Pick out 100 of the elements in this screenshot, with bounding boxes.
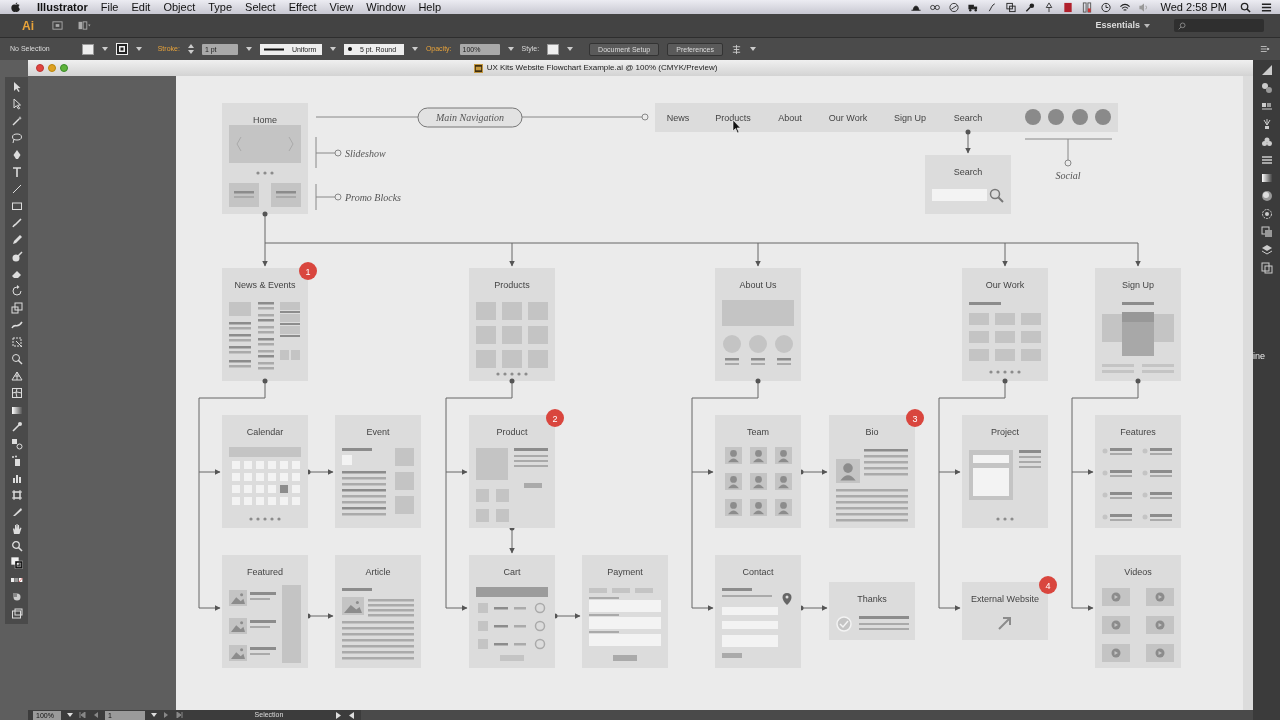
bridge-icon[interactable] [52,20,63,31]
connector-arrow [755,242,761,267]
artboard-icon[interactable] [10,489,23,501]
gauge-icon[interactable] [947,1,960,13]
stroke-swatch[interactable] [115,43,128,55]
stroke-icon[interactable] [1260,154,1273,166]
swatches-icon[interactable] [1260,100,1273,112]
page-title: Calendar [246,427,284,437]
caret-icon [1144,23,1150,28]
menu-item[interactable]: Effect [288,0,317,14]
style-swatch[interactable] [547,43,560,55]
play-icon[interactable] [335,711,342,719]
appearance-icon[interactable] [1260,208,1273,220]
menu-clock[interactable]: Wed 2:58 PM [1160,0,1227,14]
caret-icon[interactable] [245,47,252,51]
direct-selection-icon[interactable] [10,98,23,110]
caret-icon[interactable] [101,47,108,51]
page-layout-drawing [1102,302,1174,373]
layers-icon[interactable] [1260,244,1273,256]
eyedropper-icon[interactable] [10,421,23,433]
menu-item[interactable]: Object [163,0,196,14]
caret-icon[interactable] [151,713,157,717]
blob-brush-icon[interactable] [10,251,23,263]
social-icon [1095,109,1111,125]
type-tool-icon[interactable] [10,166,23,178]
free-transform-icon[interactable] [10,336,23,348]
last-artboard-icon[interactable] [176,712,183,718]
page-layout-drawing [725,447,792,516]
eraser-icon[interactable] [10,268,23,280]
page-layout-drawing [342,588,414,660]
page-title: Home [253,115,277,125]
key-icon[interactable] [1023,1,1036,13]
stepper-icon[interactable] [187,44,194,54]
leader-line [315,136,342,169]
scale-icon[interactable] [10,302,23,314]
align-icon[interactable] [731,43,742,55]
first-artboard-icon[interactable] [79,712,86,718]
wifi-icon[interactable] [1118,1,1131,13]
screen-mode-icon[interactable] [10,608,23,620]
hand-icon[interactable] [10,523,23,535]
logo-icon[interactable] [10,1,21,13]
symbol-sprayer-icon[interactable] [10,455,23,467]
time-machine-icon[interactable] [1099,1,1112,13]
scroll-left-icon[interactable] [348,711,355,719]
blend-icon[interactable] [10,438,23,450]
line-tool-icon[interactable] [10,183,23,195]
caret-icon[interactable] [411,47,418,51]
caret-icon[interactable] [750,47,756,51]
caret-icon[interactable] [567,47,574,51]
menu-item[interactable]: Select [245,0,276,14]
caret-icon[interactable] [67,713,73,717]
zoom-icon[interactable] [10,540,23,552]
previous-artboard-icon[interactable] [92,712,99,718]
fill-swatch[interactable] [81,43,94,55]
page-title: Product [496,427,528,437]
artboards-icon[interactable] [1260,262,1273,274]
graphic-styles-icon[interactable] [1260,226,1273,238]
page-title: Payment [607,567,643,577]
graph-icon[interactable] [10,472,23,484]
transparency-icon[interactable] [1260,190,1273,202]
arrange-documents-icon[interactable] [77,20,92,31]
workspace-menu[interactable]: Essentials [1095,18,1140,33]
symbols-icon[interactable] [1260,136,1273,148]
page-layout-drawing [969,302,1041,374]
color-icon[interactable] [1260,82,1273,94]
zoom-button[interactable] [60,64,68,72]
page-title: About Us [739,280,777,290]
caret-icon[interactable] [329,47,336,51]
search-icon[interactable] [1240,1,1251,13]
caret-icon[interactable] [135,47,142,51]
perspective-grid-icon[interactable] [10,370,23,382]
search-field[interactable] [1174,19,1264,32]
magic-wand-icon[interactable] [10,115,23,127]
warp-icon[interactable] [10,319,23,331]
pencil-icon[interactable] [10,234,23,246]
menu-item[interactable]: Help [418,0,441,14]
menu-item[interactable]: View [329,0,354,14]
annotation-label: Promo Blocks [345,191,401,203]
close-button[interactable] [36,64,44,72]
rectangle-icon[interactable] [10,200,23,212]
fill-stroke-icon[interactable] [10,557,23,569]
brush-icon[interactable] [10,217,23,229]
caret-icon[interactable] [507,47,514,51]
gradient-panel-icon[interactable] [1260,172,1273,184]
shape-builder-icon[interactable] [10,353,23,365]
mesh-icon[interactable] [10,387,23,399]
panel-menu-icon[interactable] [1260,44,1270,54]
app-menu[interactable]: Illustrator [37,0,88,14]
lasso-icon[interactable] [10,132,23,144]
rotate-icon[interactable] [10,285,23,297]
next-artboard-icon[interactable] [163,712,170,718]
color-guide-icon[interactable] [1260,64,1273,76]
menu-item[interactable]: Window [366,0,406,14]
gradient-icon[interactable] [10,404,23,416]
menu-item[interactable]: Type [208,0,233,14]
menu-item[interactable]: Edit [131,0,151,14]
menu-icon[interactable] [1261,1,1272,13]
menu-item[interactable]: File [100,0,119,14]
connector-arrow [262,242,268,267]
draw-mode-icon[interactable] [10,591,23,603]
